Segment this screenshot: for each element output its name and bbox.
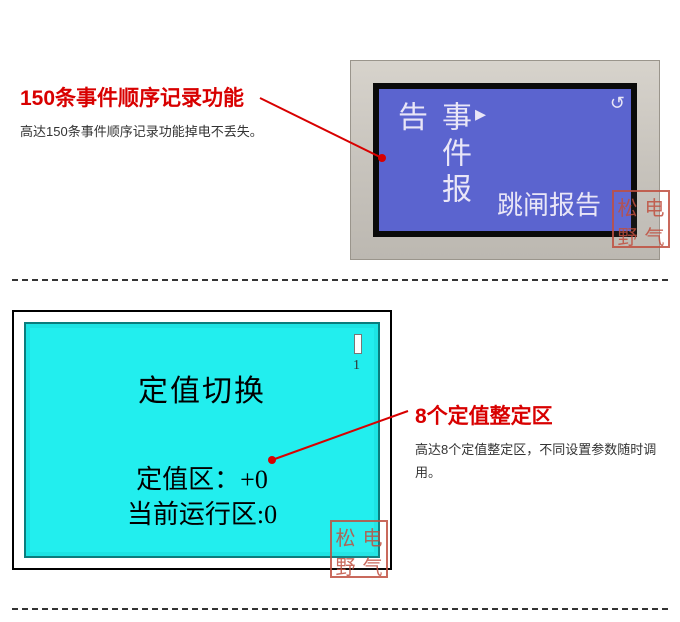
- divider: [12, 608, 668, 610]
- refresh-icon: ↺: [610, 93, 625, 114]
- stamp-char: 松: [618, 192, 638, 221]
- stamp-char: 电: [645, 192, 665, 221]
- lcd1-menu: ▸ 跳闸报告 自检报告 遥信报告 报告清除: [479, 99, 621, 221]
- menu-arrow-icon: ▸: [475, 101, 486, 127]
- feature-1-block: 150条事件顺序记录功能 高达150条事件顺序记录功能掉电不丢失。: [20, 85, 300, 144]
- lcd2-line1-value: +0: [240, 465, 268, 494]
- lcd-screen-1: 事件报告 ▸ 跳闸报告 自检报告 遥信报告 报告清除 ↺: [373, 83, 637, 237]
- stamp-char: 气: [645, 221, 665, 250]
- feature-1-desc: 高达150条事件顺序记录功能掉电不丢失。: [20, 120, 300, 143]
- cursor-icon: [354, 334, 362, 354]
- lcd2-line1: 定值区：+0: [26, 459, 378, 496]
- lcd2-line2-label: 当前运行区: [127, 500, 257, 529]
- stamp-char: 松: [336, 522, 356, 551]
- lcd1-menu-item: 跳闸报告: [497, 191, 621, 222]
- lcd2-line2: 当前运行区:0: [26, 494, 378, 531]
- brand-stamp: 松 电 野 气: [612, 190, 670, 248]
- lcd2-line1-label: 定值区：: [136, 465, 240, 494]
- lcd2-side-mark: 1: [353, 358, 360, 374]
- stamp-char: 气: [363, 551, 383, 580]
- lcd1-content: 事件报告 ▸ 跳闸报告 自检报告 遥信报告 报告清除 ↺: [379, 89, 631, 231]
- feature-1-title: 150条事件顺序记录功能: [20, 85, 300, 112]
- lcd2-line2-value: :0: [257, 500, 277, 529]
- brand-stamp: 松 电 野 气: [330, 520, 388, 578]
- section-event-log: 150条事件顺序记录功能 高达150条事件顺序记录功能掉电不丢失。 事件报告 ▸…: [0, 0, 680, 280]
- stamp-char: 电: [363, 522, 383, 551]
- lcd2-content: 定值切换 定值区：+0 当前运行区:0 1: [26, 324, 378, 556]
- lcd-screen-2: 定值切换 定值区：+0 当前运行区:0 1: [24, 322, 380, 558]
- feature-2-block: 8个定值整定区 高达8个定值整定区，不同设置参数随时调用。: [415, 400, 665, 485]
- stamp-char: 野: [618, 221, 638, 250]
- stamp-char: 野: [336, 551, 356, 580]
- lcd1-side-label: 事件报告: [387, 99, 479, 221]
- feature-2-title: 8个定值整定区: [415, 400, 665, 430]
- lcd2-title: 定值切换: [26, 366, 378, 410]
- feature-2-desc: 高达8个定值整定区，不同设置参数随时调用。: [415, 438, 665, 485]
